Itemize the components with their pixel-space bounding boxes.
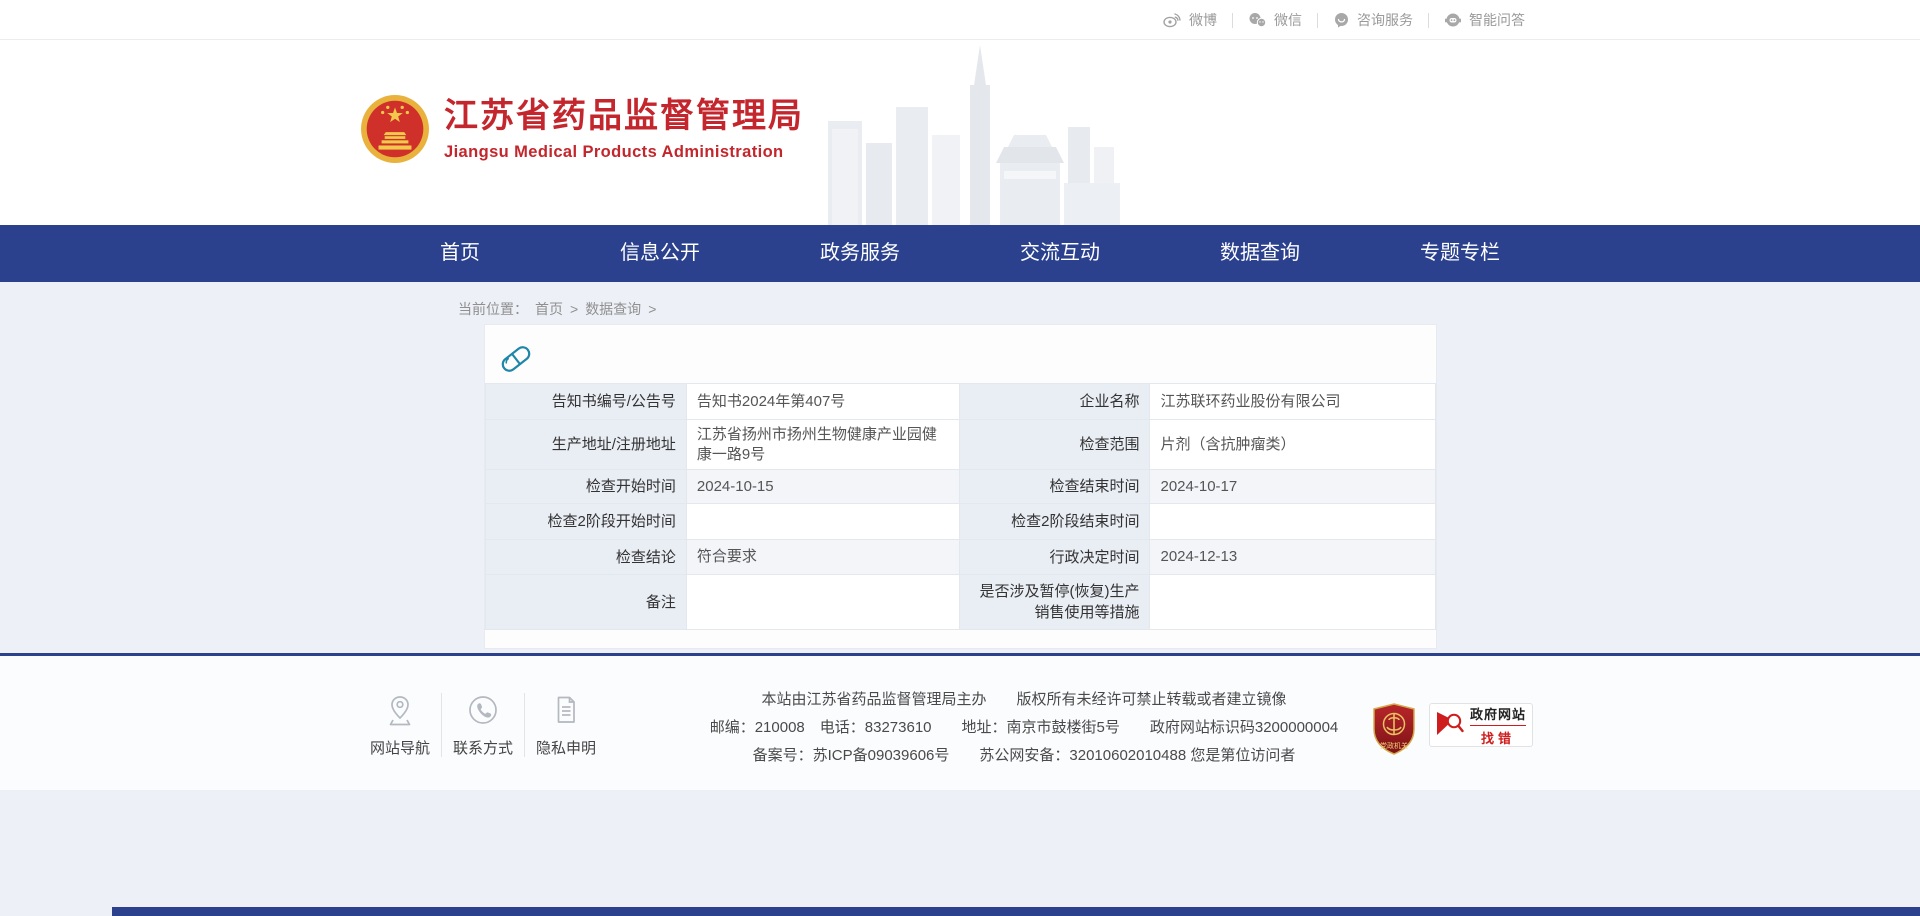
field-value: 2024-10-17 xyxy=(1150,470,1435,504)
consult-service-link[interactable]: 咨询服务 xyxy=(1318,10,1428,30)
field-value xyxy=(686,575,960,630)
party-gov-badge-label: 党政机关 xyxy=(1380,741,1408,750)
field-label: 检查2阶段结束时间 xyxy=(960,504,1150,540)
party-gov-badge[interactable]: 党政机关 xyxy=(1371,703,1417,760)
field-label: 检查结束时间 xyxy=(960,470,1150,504)
nav-item-interaction[interactable]: 交流互动 xyxy=(960,225,1160,282)
breadcrumb-home-link[interactable]: 首页 xyxy=(535,299,563,319)
page-bottom-region xyxy=(0,790,1920,916)
field-label: 检查范围 xyxy=(960,420,1150,470)
site-map-label: 网站导航 xyxy=(365,737,435,758)
site-header: 江苏省药品监督管理局 Jiangsu Medical Products Admi… xyxy=(0,40,1920,225)
field-label: 是否涉及暂停(恢复)生产销售使用等措施 xyxy=(960,575,1150,630)
contact-label: 联系方式 xyxy=(448,737,518,758)
field-label: 生产地址/注册地址 xyxy=(485,420,686,470)
field-label: 告知书编号/公告号 xyxy=(485,384,686,420)
site-subtitle: Jiangsu Medical Products Administration xyxy=(444,143,804,162)
field-value xyxy=(1150,504,1435,540)
field-value: 江苏省扬州市扬州生物健康产业园健康一路9号 xyxy=(686,420,960,470)
divider xyxy=(441,693,442,757)
field-value: 2024-10-15 xyxy=(686,470,960,504)
site-error-finder-badge[interactable]: 政府网站 找错 xyxy=(1429,703,1533,747)
breadcrumb: 当前位置： 首页 > 数据查询 > xyxy=(458,282,1462,324)
table-row: 生产地址/注册地址 江苏省扬州市扬州生物健康产业园健康一路9号 检查范围 片剂（… xyxy=(485,420,1435,470)
table-row: 检查开始时间 2024-10-15 检查结束时间 2024-10-17 xyxy=(485,470,1435,504)
bottom-accent-strip xyxy=(112,907,1920,916)
smart-qa-label: 智能问答 xyxy=(1469,10,1525,30)
robot-qa-icon xyxy=(1444,12,1462,28)
privacy-link[interactable]: 隐私申明 xyxy=(531,692,601,758)
error-finder-top-label: 政府网站 xyxy=(1470,704,1526,726)
site-logo-block: 江苏省药品监督管理局 Jiangsu Medical Products Admi… xyxy=(360,94,804,164)
field-label: 检查结论 xyxy=(485,540,686,575)
field-value: 片剂（含抗肿瘤类） xyxy=(1150,420,1435,470)
privacy-label: 隐私申明 xyxy=(531,737,601,758)
error-finder-texts: 政府网站 找错 xyxy=(1470,704,1526,747)
field-label: 企业名称 xyxy=(960,384,1150,420)
inspection-record-table: 告知书编号/公告号 告知书2024年第407号 企业名称 江苏联环药业股份有限公… xyxy=(485,383,1436,630)
phone-icon xyxy=(448,692,518,728)
footer-info-text: 本站由江苏省药品监督管理局主办 版权所有未经许可禁止转载或者建立镜像 邮编：21… xyxy=(644,686,1404,770)
site-title: 江苏省药品监督管理局 xyxy=(444,96,804,136)
consult-service-label: 咨询服务 xyxy=(1357,10,1413,30)
topbar-links: 微博 微信 咨询服务 智能问答 xyxy=(1148,0,1540,40)
breadcrumb-separator: > xyxy=(648,301,656,317)
field-value: 符合要求 xyxy=(686,540,960,575)
field-value xyxy=(1150,575,1435,630)
error-finder-magnifier-icon xyxy=(1436,708,1464,743)
error-finder-bottom-label: 找错 xyxy=(1470,728,1526,747)
privacy-doc-icon xyxy=(531,692,601,728)
breadcrumb-separator: > xyxy=(570,301,578,317)
table-row: 检查结论 符合要求 行政决定时间 2024-12-13 xyxy=(485,540,1435,575)
table-row: 备注 是否涉及暂停(恢复)生产销售使用等措施 xyxy=(485,575,1435,630)
pill-icon xyxy=(497,339,1436,383)
footer-line-2: 邮编：210008 电话：83273610 地址：南京市鼓楼街5号 政府网站标识… xyxy=(644,714,1404,742)
national-emblem-logo xyxy=(360,94,430,164)
table-row: 告知书编号/公告号 告知书2024年第407号 企业名称 江苏联环药业股份有限公… xyxy=(485,384,1435,420)
nav-item-special-topics[interactable]: 专题专栏 xyxy=(1360,225,1560,282)
map-pin-icon xyxy=(365,692,435,728)
table-row: 检查2阶段开始时间 检查2阶段结束时间 xyxy=(485,504,1435,540)
breadcrumb-section-link[interactable]: 数据查询 xyxy=(585,299,641,319)
footer-line-1: 本站由江苏省药品监督管理局主办 版权所有未经许可禁止转载或者建立镜像 xyxy=(644,686,1404,714)
weibo-label: 微博 xyxy=(1189,10,1217,30)
weibo-icon xyxy=(1163,12,1182,28)
nav-item-home[interactable]: 首页 xyxy=(360,225,560,282)
field-label: 检查2阶段开始时间 xyxy=(485,504,686,540)
main-content: 当前位置： 首页 > 数据查询 > 告知书编号/公告号 告知书2024年第 xyxy=(0,282,1920,653)
wechat-link[interactable]: 微信 xyxy=(1233,10,1317,30)
footer-line-3: 备案号：苏ICP备09039606号 苏公网安备：32010602010488 … xyxy=(644,742,1404,770)
record-panel: 告知书编号/公告号 告知书2024年第407号 企业名称 江苏联环药业股份有限公… xyxy=(484,324,1437,649)
divider xyxy=(524,693,525,757)
contact-link[interactable]: 联系方式 xyxy=(448,692,518,758)
field-value: 告知书2024年第407号 xyxy=(686,384,960,420)
site-footer: 网站导航 联系方式 xyxy=(0,656,1920,790)
breadcrumb-prefix: 当前位置： xyxy=(458,299,528,319)
top-utility-bar: 微博 微信 咨询服务 智能问答 xyxy=(0,0,1920,40)
field-value: 2024-12-13 xyxy=(1150,540,1435,575)
field-label: 检查开始时间 xyxy=(485,470,686,504)
footer-quick-links: 网站导航 联系方式 xyxy=(365,692,601,758)
wechat-label: 微信 xyxy=(1274,10,1302,30)
nav-item-data-query[interactable]: 数据查询 xyxy=(1160,225,1360,282)
field-label: 行政决定时间 xyxy=(960,540,1150,575)
wechat-icon xyxy=(1248,12,1267,28)
nav-item-info-disclosure[interactable]: 信息公开 xyxy=(560,225,760,282)
site-map-link[interactable]: 网站导航 xyxy=(365,692,435,758)
footer-badges: 党政机关 政府网站 找错 xyxy=(1371,703,1533,760)
weibo-link[interactable]: 微博 xyxy=(1148,10,1232,30)
main-nav: 首页 信息公开 政务服务 交流互动 数据查询 专题专栏 xyxy=(0,225,1920,282)
field-label: 备注 xyxy=(485,575,686,630)
chat-service-icon xyxy=(1333,12,1350,28)
smart-qa-link[interactable]: 智能问答 xyxy=(1429,10,1540,30)
field-value xyxy=(686,504,960,540)
nav-item-gov-services[interactable]: 政务服务 xyxy=(760,225,960,282)
field-value: 江苏联环药业股份有限公司 xyxy=(1150,384,1435,420)
